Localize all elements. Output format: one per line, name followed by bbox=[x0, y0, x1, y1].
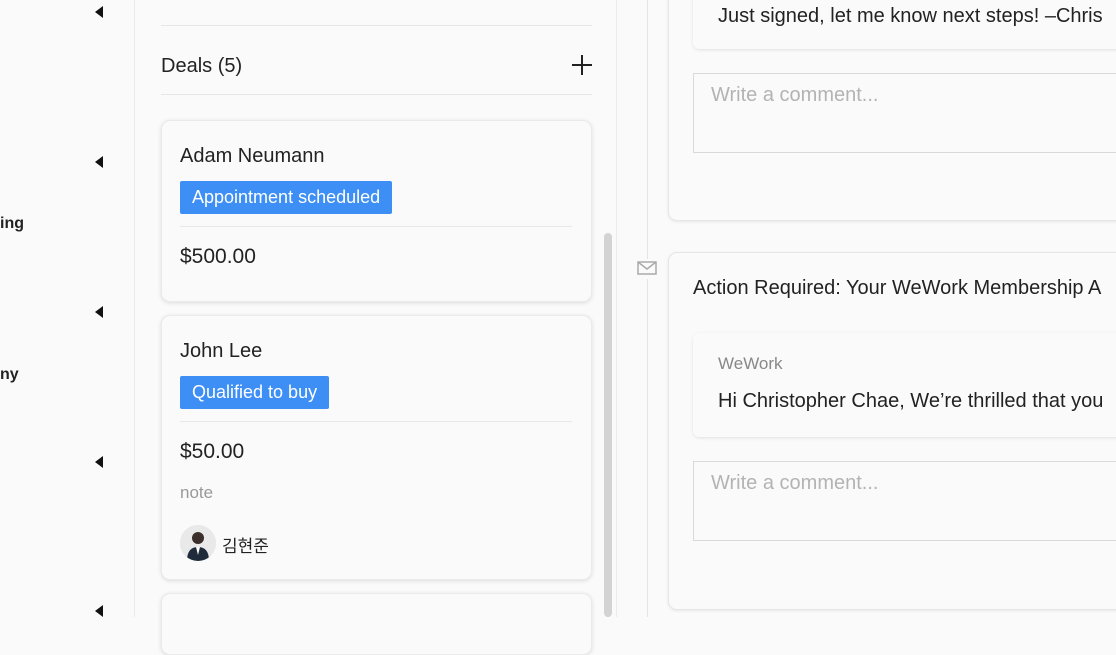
email-preview[interactable]: WeWork Hi Christopher Chae, We’re thrill… bbox=[693, 333, 1116, 437]
sidebar: ing ny bbox=[0, 0, 135, 617]
deal-amount: $500.00 bbox=[180, 245, 256, 268]
sidebar-label: ny bbox=[0, 366, 19, 383]
deal-note: note bbox=[180, 483, 214, 502]
deal-name[interactable]: John Lee bbox=[180, 340, 262, 363]
mail-icon bbox=[636, 259, 660, 279]
collapse-left-icon[interactable] bbox=[95, 156, 103, 168]
email-sender: WeWork bbox=[718, 354, 783, 373]
deals-panel: Deals (5) Adam Neumann Appointment sched… bbox=[135, 0, 617, 655]
activity-card: Just signed, let me know next steps! –Ch… bbox=[668, 0, 1116, 221]
collapse-left-icon[interactable] bbox=[95, 456, 103, 468]
deal-stage-badge: Appointment scheduled bbox=[180, 181, 393, 214]
deal-card[interactable]: John Lee Qualified to buy $50.00 note 김현… bbox=[161, 315, 592, 580]
divider bbox=[180, 226, 572, 227]
deal-owner: 김현준 bbox=[222, 537, 269, 556]
deal-name[interactable]: Adam Neumann bbox=[180, 145, 325, 168]
comment-input[interactable] bbox=[693, 461, 1116, 541]
scrollbar-thumb[interactable] bbox=[604, 233, 612, 617]
sidebar-label: ing bbox=[0, 215, 24, 232]
timeline-line bbox=[647, 0, 648, 617]
email-activity-card: Action Required: Your WeWork Membership … bbox=[668, 252, 1116, 610]
comment-input[interactable] bbox=[693, 73, 1116, 153]
activity-body: Just signed, let me know next steps! –Ch… bbox=[718, 5, 1103, 27]
deals-title: Deals (5) bbox=[161, 55, 243, 77]
divider bbox=[161, 94, 592, 95]
divider bbox=[180, 421, 572, 422]
deal-amount: $50.00 bbox=[180, 440, 245, 463]
avatar bbox=[180, 525, 216, 561]
deal-card[interactable] bbox=[161, 593, 592, 655]
divider bbox=[161, 25, 592, 26]
collapse-left-icon[interactable] bbox=[95, 306, 103, 318]
deal-card[interactable]: Adam Neumann Appointment scheduled $500.… bbox=[161, 120, 592, 302]
email-subject[interactable]: Action Required: Your WeWork Membership … bbox=[693, 277, 1101, 300]
add-deal-button[interactable] bbox=[571, 54, 593, 76]
collapse-left-icon[interactable] bbox=[95, 6, 103, 18]
collapse-left-icon[interactable] bbox=[95, 605, 103, 617]
activity-content: Just signed, let me know next steps! –Ch… bbox=[693, 0, 1116, 49]
email-body: Hi Christopher Chae, We’re thrilled that… bbox=[718, 390, 1104, 412]
deal-stage-badge: Qualified to buy bbox=[180, 376, 330, 409]
